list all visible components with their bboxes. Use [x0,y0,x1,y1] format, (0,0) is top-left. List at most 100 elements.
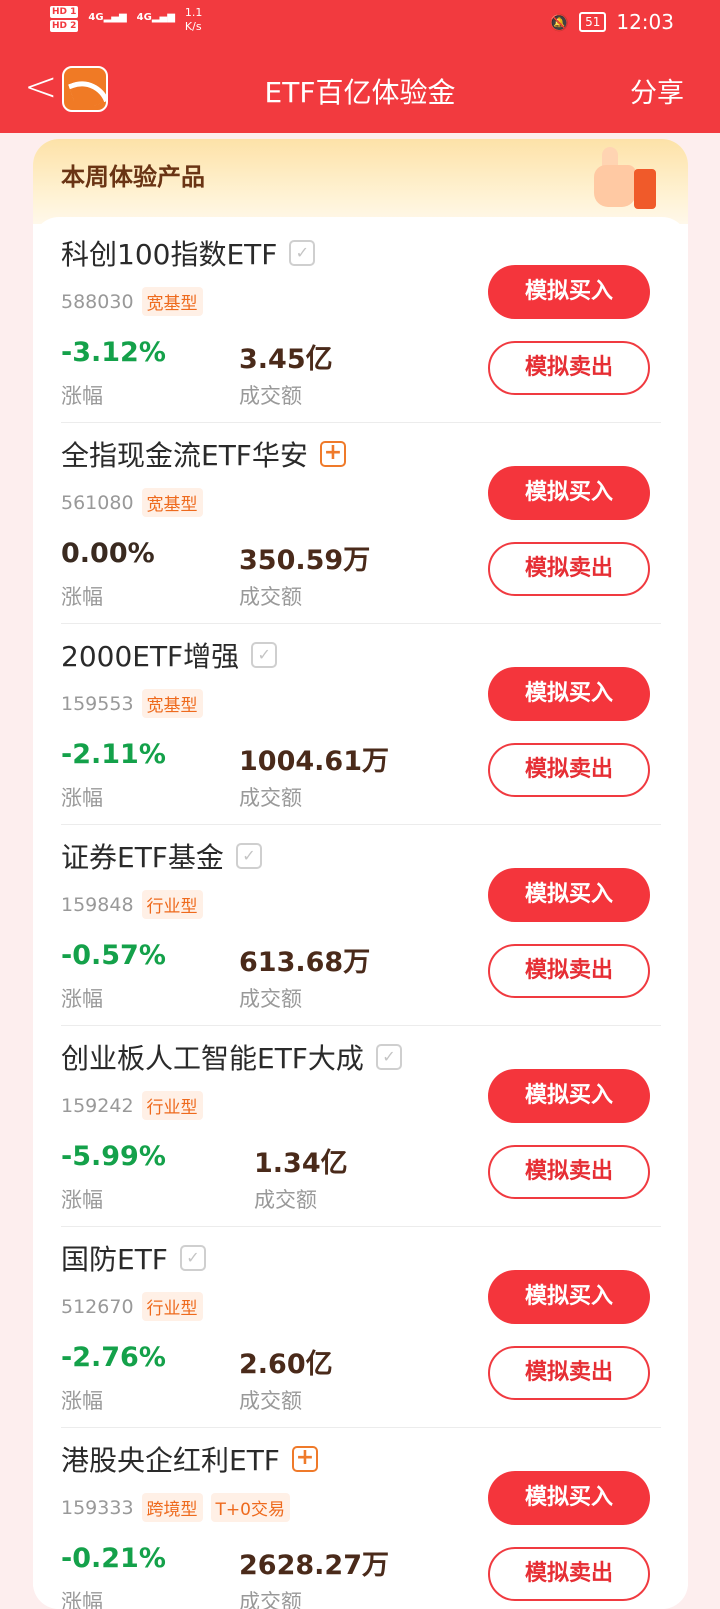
type-tag: T+0交易 [210,1493,290,1522]
product-list: 科创100指数ETF ✓ 588030 宽基型 -3.12% 涨幅 3.45亿 … [33,217,688,1609]
clock: 12:03 [616,10,674,34]
battery-icon: 51 [579,12,607,32]
list-item[interactable]: 港股央企红利ETF + 159333 跨境型 T+0交易 -0.21% 涨幅 26… [61,1423,661,1609]
signal-icon: 4G▂▄▆ [88,12,127,23]
volume-value: 2.60亿 [239,1349,333,1380]
type-tag: 宽基型 [141,689,203,718]
simulate-buy-button[interactable]: 模拟买入 [488,265,650,319]
list-item[interactable]: 2000ETF增强 ✓ 159553 宽基型 -2.11% 涨幅 1004.61… [61,619,661,825]
simulate-buy-button[interactable]: 模拟买入 [488,1471,650,1525]
change-value: 0.00% [61,538,155,569]
simulate-sell-button[interactable]: 模拟卖出 [488,944,650,998]
volume-value: 350.59万 [239,545,371,576]
sim1-hd-badge: HD 1 [50,6,79,18]
simulate-sell-button[interactable]: 模拟卖出 [488,1346,650,1400]
fund-code: 588030 [61,290,134,313]
volume-label: 成交额 [254,1188,317,1212]
code-row: 159553 宽基型 [61,689,203,718]
change-label: 涨幅 [61,1590,103,1609]
add-watchlist-icon[interactable]: + [319,441,346,467]
code-row: 159242 行业型 [61,1091,203,1120]
code-row: 561080 宽基型 [61,488,203,517]
fund-code: 512670 [61,1295,134,1318]
fund-name-text: 创业板人工智能ETF大成 [61,1042,364,1075]
simulate-buy-button[interactable]: 模拟买入 [488,466,650,520]
fund-code: 159848 [61,893,134,916]
mute-bell-icon: 🔕 [549,12,570,32]
volume-value: 613.68万 [239,947,371,978]
simulate-buy-button[interactable]: 模拟买入 [488,868,650,922]
code-row: 512670 行业型 [61,1292,203,1321]
simulate-sell-button[interactable]: 模拟卖出 [488,1145,650,1199]
volume-label: 成交额 [239,1590,302,1609]
add-watchlist-icon[interactable]: + [291,1446,318,1472]
status-bar: HD 1 HD 2 4G▂▄▆ 4G▂▄▆ 1.1 K/s 🔕 51 12:03 [0,0,720,48]
type-tag: 行业型 [141,1292,203,1321]
change-value: -2.76% [61,1342,166,1373]
simulate-sell-button[interactable]: 模拟卖出 [488,341,650,395]
code-row: 588030 宽基型 [61,287,203,316]
section-title: 本周体验产品 [61,163,205,191]
list-item[interactable]: 全指现金流ETF华安 + 561080 宽基型 0.00% 涨幅 350.59万… [61,418,661,624]
code-row: 159848 行业型 [61,890,203,919]
change-value: -5.99% [61,1141,166,1172]
change-label: 涨幅 [61,384,103,408]
fund-name[interactable]: 港股央企红利ETF + [61,1439,318,1479]
fund-name[interactable]: 全指现金流ETF华安 + [61,434,346,474]
page-title: ETF百亿体验金 [264,76,456,109]
change-value: -0.57% [61,940,166,971]
checked-icon[interactable]: ✓ [251,642,278,668]
simulate-sell-button[interactable]: 模拟卖出 [488,743,650,797]
fund-code: 159333 [61,1496,134,1519]
list-item[interactable]: 证券ETF基金 ✓ 159848 行业型 -0.57% 涨幅 613.68万 成… [61,820,661,1026]
fund-name[interactable]: 创业板人工智能ETF大成 ✓ [61,1037,402,1077]
sim2-hd-badge: HD 2 [50,20,79,32]
simulate-buy-button[interactable]: 模拟买入 [488,667,650,721]
fund-name-text: 全指现金流ETF华安 [61,439,308,472]
fund-name-text: 证券ETF基金 [61,841,224,874]
product-card: 本周体验产品 科创100指数ETF ✓ 588030 宽基型 -3.12% 涨幅… [33,139,688,1609]
share-button[interactable]: 分享 [630,71,684,110]
fund-name-text: 国防ETF [61,1243,168,1276]
volume-value: 1004.61万 [239,746,389,777]
checked-icon[interactable]: ✓ [179,1245,206,1271]
list-item[interactable]: 科创100指数ETF ✓ 588030 宽基型 -3.12% 涨幅 3.45亿 … [61,217,661,423]
sim-indicator: HD 1 HD 2 [50,6,79,32]
change-value: -3.12% [61,337,166,368]
change-label: 涨幅 [61,585,103,609]
top-bar: HD 1 HD 2 4G▂▄▆ 4G▂▄▆ 1.1 K/s 🔕 51 12:03… [0,0,720,133]
signal-icon-2: 4G▂▄▆ [136,12,175,23]
volume-label: 成交额 [239,1389,302,1413]
change-value: -2.11% [61,739,166,770]
simulate-sell-button[interactable]: 模拟卖出 [488,542,650,596]
volume-label: 成交额 [239,987,302,1011]
fund-name-text: 2000ETF增强 [61,640,240,673]
change-label: 涨幅 [61,987,103,1011]
fund-name[interactable]: 2000ETF增强 ✓ [61,635,278,675]
list-item[interactable]: 国防ETF ✓ 512670 行业型 -2.76% 涨幅 2.60亿 成交额 模… [61,1222,661,1428]
net-speed: 1.1 K/s [184,6,203,33]
volume-value: 3.45亿 [239,344,333,375]
simulate-buy-button[interactable]: 模拟买入 [488,1270,650,1324]
fund-name[interactable]: 证券ETF基金 ✓ [61,836,262,876]
fund-name-text: 科创100指数ETF [61,238,278,271]
type-tag: 跨境型 [141,1493,203,1522]
change-label: 涨幅 [61,1389,103,1413]
type-tag: 宽基型 [141,287,203,316]
fund-name[interactable]: 科创100指数ETF ✓ [61,233,316,273]
checked-icon[interactable]: ✓ [375,1044,402,1070]
fund-name[interactable]: 国防ETF ✓ [61,1238,206,1278]
simulate-buy-button[interactable]: 模拟买入 [488,1069,650,1123]
fund-name-text: 港股央企红利ETF [61,1444,280,1477]
list-item[interactable]: 创业板人工智能ETF大成 ✓ 159242 行业型 -5.99% 涨幅 1.34… [61,1021,661,1227]
type-tag: 行业型 [141,1091,203,1120]
thumbs-up-icon [590,143,658,215]
change-label: 涨幅 [61,786,103,810]
type-tag: 宽基型 [141,488,203,517]
volume-value: 1.34亿 [254,1148,348,1179]
checked-icon[interactable]: ✓ [289,240,316,266]
change-label: 涨幅 [61,1188,103,1212]
checked-icon[interactable]: ✓ [235,843,262,869]
simulate-sell-button[interactable]: 模拟卖出 [488,1547,650,1601]
fund-code: 159242 [61,1094,134,1117]
